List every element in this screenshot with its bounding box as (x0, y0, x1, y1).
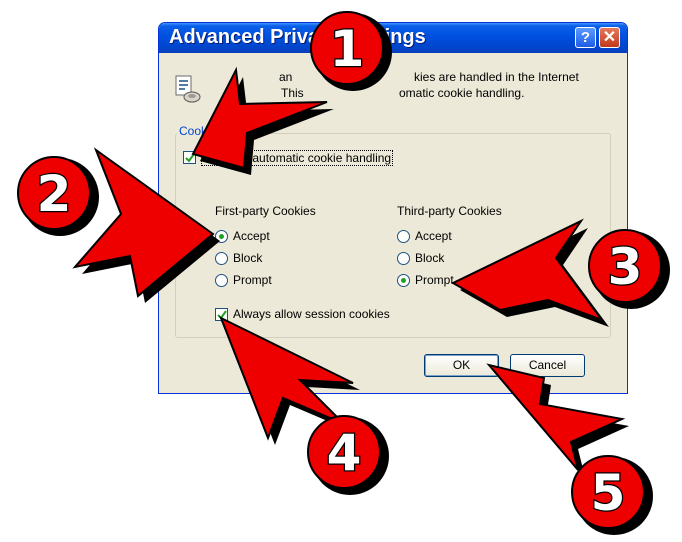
callout-number-3: 3 (608, 238, 643, 296)
callout-number-4: 4 (327, 424, 362, 482)
callout-badge-2: 2 (17, 156, 99, 236)
callout-badge-3: 3 (588, 229, 670, 309)
callout-number-1: 1 (330, 20, 365, 78)
callout-badge-4: 4 (307, 415, 389, 495)
callout-arrow-2 (72, 147, 220, 303)
callout-arrow-1 (191, 66, 334, 175)
callout-badge-5: 5 (571, 455, 653, 535)
callout-number-2: 2 (37, 165, 72, 223)
callout-number-5: 5 (591, 464, 626, 522)
callout-badge-1: 1 (310, 11, 392, 91)
callout-overlay: 1 2 3 4 5 (17, 11, 670, 535)
callout-arrow-3 (450, 218, 609, 327)
